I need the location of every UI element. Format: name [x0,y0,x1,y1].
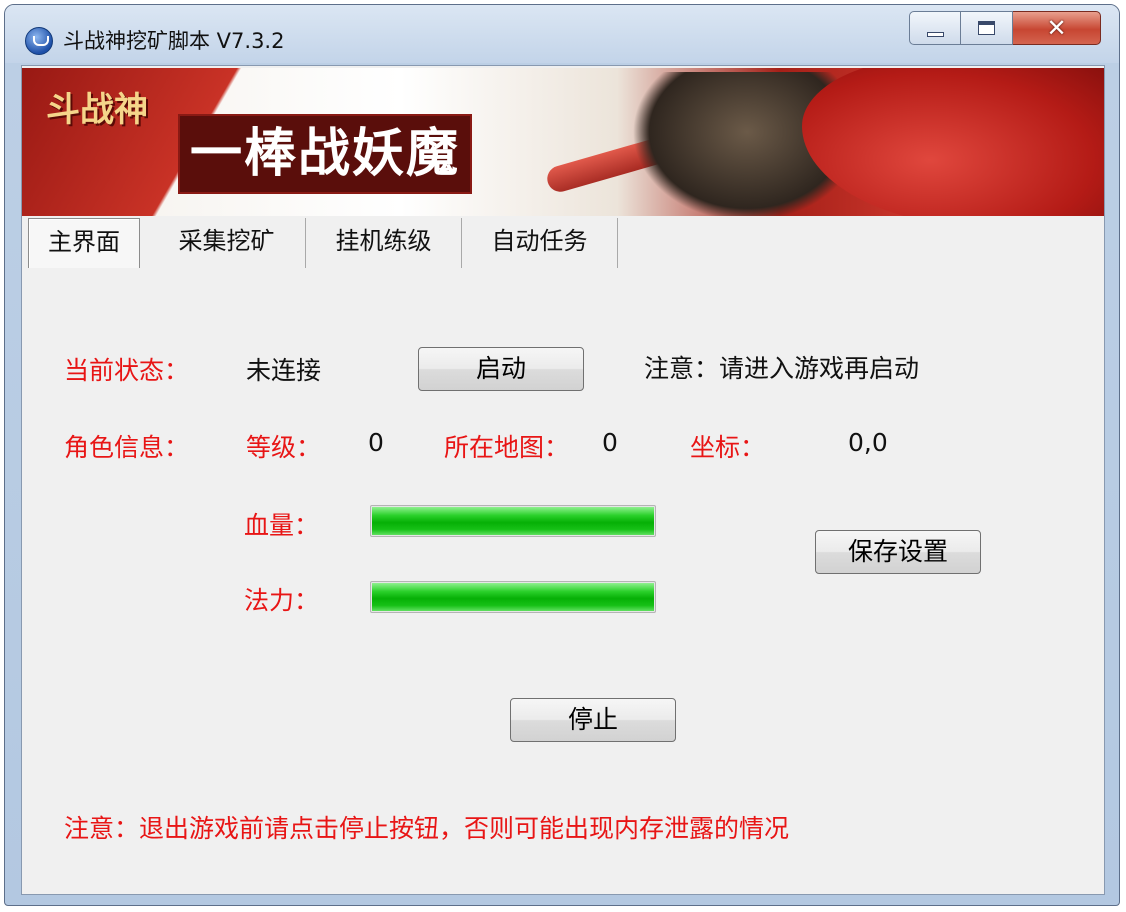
window-controls: ✕ [909,11,1101,47]
status-value: 未连接 [246,356,322,385]
banner-slogan: 一棒战妖魔 [178,114,473,194]
game-logo: 斗战神 [46,90,148,130]
window-title: 斗战神挖矿脚本 V7.3.2 [63,29,285,53]
maximize-icon [978,21,995,35]
hp-label: 血量： [244,511,320,540]
map-label: 所在地图： [444,433,570,462]
title-bar[interactable]: 斗战神挖矿脚本 V7.3.2 ✕ [5,5,1119,63]
hp-progress-fill [372,507,654,535]
status-label: 当前状态： [64,356,190,385]
level-label: 等级： [246,433,322,462]
app-window: 斗战神挖矿脚本 V7.3.2 ✕ 斗战神 一棒战妖魔 主界面 采集挖矿 挂机练级 [4,4,1120,906]
tab-gather-mining[interactable]: 采集挖矿 [148,218,306,268]
tab-auto-quest[interactable]: 自动任务 [462,218,618,268]
close-button[interactable]: ✕ [1013,11,1101,45]
coord-label: 坐标： [690,433,766,462]
level-value: 0 [368,428,384,457]
minimize-icon [927,32,944,37]
character-info-label: 角色信息： [64,433,190,462]
mp-progress-fill [372,583,654,611]
save-settings-button[interactable]: 保存设置 [815,530,981,574]
close-icon: ✕ [1046,14,1067,42]
game-banner-image: 斗战神 一棒战妖魔 [22,68,1104,216]
start-notice: 注意：请进入游戏再启动 [644,354,920,383]
stop-button[interactable]: 停止 [510,698,676,742]
exit-warning-notice: 注意：退出游戏前请点击停止按钮，否则可能出现内存泄露的情况 [64,814,790,843]
mp-progress-bar [370,581,656,613]
client-area: 斗战神 一棒战妖魔 主界面 采集挖矿 挂机练级 自动任务 当前状态： 未连接 启… [21,65,1105,895]
app-globe-icon [25,27,53,55]
start-button[interactable]: 启动 [418,347,584,391]
maximize-button[interactable] [961,11,1013,45]
coord-value: 0,0 [848,428,888,457]
mp-label: 法力： [244,586,320,615]
minimize-button[interactable] [909,11,961,45]
map-value: 0 [602,428,618,457]
tab-main[interactable]: 主界面 [28,218,140,268]
tab-idle-leveling[interactable]: 挂机练级 [306,218,462,268]
hp-progress-bar [370,505,656,537]
